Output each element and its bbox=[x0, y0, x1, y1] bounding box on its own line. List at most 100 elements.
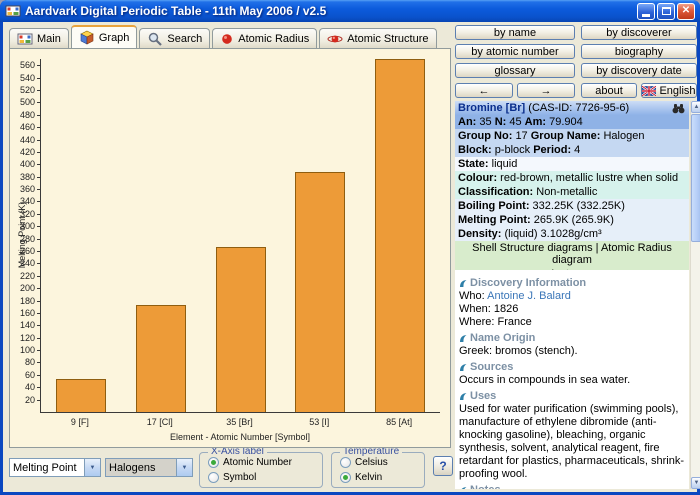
text-segment: Greek: bromos (stench). bbox=[459, 345, 578, 357]
state-row: State: liquid bbox=[455, 157, 689, 171]
info-segment: 35 bbox=[479, 116, 495, 128]
y-tick-mark bbox=[37, 176, 41, 178]
window-controls: ✕ bbox=[637, 2, 695, 20]
element-header: Bromine [Br] (CAS-ID: 7726-95-6) bbox=[455, 101, 689, 115]
symbol-radio[interactable]: Symbol bbox=[208, 472, 256, 483]
glossary-button[interactable]: glossary bbox=[455, 63, 575, 78]
y-tick-label: 380 bbox=[19, 171, 35, 182]
info-segment: Period: bbox=[533, 144, 575, 156]
language-button[interactable]: English bbox=[641, 83, 697, 98]
discoverer-link[interactable]: Antoine J. Balard bbox=[487, 290, 571, 302]
section-title: Discovery Information bbox=[470, 277, 587, 289]
y-tick-label: 240 bbox=[19, 258, 35, 269]
info-segment: Density: bbox=[458, 228, 505, 240]
tab-graph[interactable]: Graph bbox=[70, 25, 138, 48]
tab-atomic-structure[interactable]: Atomic Structure bbox=[319, 28, 437, 48]
info-segment: Block: bbox=[458, 144, 495, 156]
chart-bar-17Cl bbox=[135, 305, 186, 412]
y-tick-label: 280 bbox=[19, 233, 35, 244]
classification-row: Classification: Non-metallic bbox=[455, 185, 689, 199]
tab-label: Atomic Structure bbox=[347, 32, 429, 45]
text-segment: Where: France bbox=[459, 316, 532, 328]
info-segment: Colour: bbox=[458, 172, 501, 184]
y-tick-mark bbox=[37, 300, 41, 302]
y-tick-mark bbox=[37, 337, 41, 339]
section-bullet-icon bbox=[459, 363, 467, 372]
tab-atomic-radius[interactable]: Atomic Radius bbox=[212, 28, 318, 48]
tab-search[interactable]: Search bbox=[139, 28, 211, 48]
tab-bar: Main Graph Search Atomic Radius Atomic Struc… bbox=[9, 25, 437, 48]
diagram-links-row[interactable]: Shell Structure diagrams | Atomic Radius… bbox=[455, 241, 689, 267]
cube-icon bbox=[79, 30, 95, 46]
by-atomic-number-button[interactable]: by atomic number bbox=[455, 44, 575, 59]
section-title: Name Origin bbox=[470, 332, 536, 344]
radio-label: Symbol bbox=[223, 472, 257, 483]
info-segment: 332.25K (332.25K) bbox=[532, 200, 625, 212]
colour-row: Colour: red-brown, metallic lustre when … bbox=[455, 171, 689, 185]
radio-button-icon bbox=[208, 457, 219, 468]
y-tick-mark bbox=[37, 201, 41, 203]
info-segment: 45 bbox=[509, 116, 525, 128]
close-button[interactable]: ✕ bbox=[677, 2, 695, 20]
titlebar[interactable]: Aardvark Digital Periodic Table - 11th M… bbox=[0, 0, 700, 22]
y-tick-mark bbox=[37, 362, 41, 364]
y-tick-label: 20 bbox=[24, 394, 35, 405]
chart-bar-53I bbox=[295, 172, 346, 412]
info-segment: Halogen bbox=[603, 130, 645, 142]
dropdown-arrow-icon[interactable]: ▼ bbox=[176, 459, 192, 476]
minimize-button[interactable] bbox=[637, 2, 655, 20]
y-tick-label: 360 bbox=[19, 184, 35, 195]
atomic-number-radio[interactable]: Atomic Number bbox=[208, 457, 292, 468]
y-tick-mark bbox=[37, 89, 41, 91]
back-button[interactable]: ← bbox=[455, 83, 513, 98]
info-segment: 79.904 bbox=[549, 116, 583, 128]
block-period-row: Block: p-block Period: 4 bbox=[455, 143, 689, 157]
maximize-button[interactable] bbox=[657, 2, 675, 20]
x-tick-label: 53 [I] bbox=[309, 417, 330, 427]
property-combo-value: Melting Point bbox=[13, 461, 77, 474]
scroll-thumb[interactable] bbox=[691, 114, 700, 242]
section-text: Where: France bbox=[459, 316, 686, 329]
section-text: Used for water purification (swimming po… bbox=[459, 403, 686, 481]
by-discoverer-button[interactable]: by discoverer bbox=[581, 25, 697, 40]
scroll-down-button[interactable]: ▼ bbox=[691, 477, 700, 489]
forward-button[interactable]: → bbox=[517, 83, 575, 98]
info-segment: 4 bbox=[574, 144, 581, 156]
section-heading-name-origin: Name Origin bbox=[459, 332, 686, 344]
element-info: Bromine [Br] (CAS-ID: 7726-95-6) An: 35 N… bbox=[455, 101, 689, 281]
kelvin-radio[interactable]: Kelvin bbox=[340, 472, 382, 483]
info-segment: Group Name: bbox=[530, 130, 604, 142]
dropdown-arrow-icon[interactable]: ▼ bbox=[84, 459, 100, 476]
section-bullet-icon bbox=[459, 392, 467, 401]
tab-main[interactable]: Main bbox=[9, 28, 69, 48]
y-tick-mark bbox=[37, 350, 41, 352]
y-tick-label: 300 bbox=[19, 221, 35, 232]
sphere-icon bbox=[220, 32, 234, 46]
help-button[interactable]: ? bbox=[433, 456, 453, 476]
radio-button-icon bbox=[208, 472, 219, 483]
info-segment: State: bbox=[458, 158, 492, 170]
property-combo[interactable]: Melting Point ▼ bbox=[9, 458, 101, 477]
y-tick-mark bbox=[37, 387, 41, 389]
by-name-button[interactable]: by name bbox=[455, 25, 575, 40]
y-tick-label: 80 bbox=[24, 357, 35, 368]
biography-button[interactable]: biography bbox=[581, 44, 697, 59]
y-tick-label: 340 bbox=[19, 196, 35, 207]
y-tick-mark bbox=[37, 263, 41, 265]
chart-bar-85At bbox=[375, 59, 426, 412]
info-scrollbar[interactable]: ▲ ▼ bbox=[690, 101, 700, 489]
chart-bar-9F bbox=[55, 378, 106, 412]
info-segment: Shell Structure diagrams bbox=[472, 242, 593, 254]
app-window: Aardvark Digital Periodic Table - 11th M… bbox=[0, 0, 700, 495]
celsius-radio[interactable]: Celsius bbox=[340, 457, 388, 468]
y-tick-label: 440 bbox=[19, 134, 35, 145]
by-discovery-date-button[interactable]: by discovery date bbox=[581, 63, 697, 78]
y-tick-mark bbox=[37, 275, 41, 277]
about-button[interactable]: about bbox=[581, 83, 637, 98]
group-combo[interactable]: Halogens ▼ bbox=[105, 458, 193, 477]
atomic-numbers-row: An: 35 N: 45 Am: 79.904 bbox=[455, 115, 689, 129]
y-tick-label: 180 bbox=[19, 295, 35, 306]
scroll-up-button[interactable]: ▲ bbox=[691, 101, 700, 113]
dropdown-arrow-glyph: ▼ bbox=[181, 464, 188, 471]
y-tick-label: 480 bbox=[19, 109, 35, 120]
